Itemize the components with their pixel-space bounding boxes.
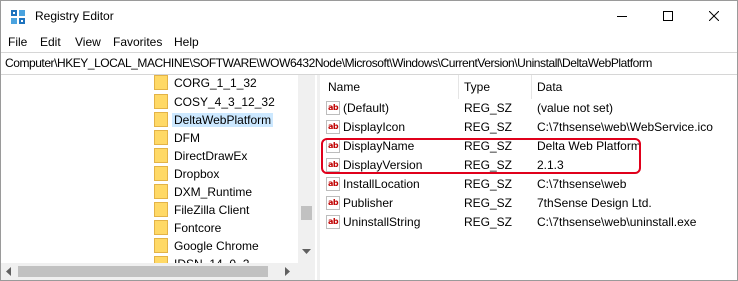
column-divider[interactable] [458, 75, 459, 99]
tree-item-label: Google Chrome [174, 239, 259, 253]
close-icon [709, 11, 719, 21]
column-divider[interactable] [531, 75, 532, 99]
folder-icon [154, 130, 168, 145]
value-row-installlocation[interactable]: ab InstallLocation REG_SZ C:\7thsense\we… [321, 175, 737, 194]
menu-file[interactable]: File [8, 35, 27, 50]
folder-icon [154, 220, 168, 235]
string-value-icon: ab [326, 215, 340, 229]
menu-edit[interactable]: Edit [40, 35, 61, 50]
value-name: Publisher [343, 196, 394, 210]
title-bar[interactable]: Registry Editor [1, 1, 737, 32]
value-row-uninstallstring[interactable]: ab UninstallString REG_SZ C:\7thsense\we… [321, 213, 737, 232]
tree-item-deltawebplatform[interactable]: DeltaWebPlatform [151, 111, 301, 129]
scrollbar-corner [298, 263, 315, 280]
tree-item-label: FileZilla Client [174, 203, 250, 217]
value-type: REG_SZ [464, 101, 513, 115]
menu-view[interactable]: View [75, 35, 101, 50]
tree-item-label: COSY_4_3_12_32 [174, 95, 275, 109]
folder-icon [154, 238, 168, 253]
address-bar[interactable]: Computer\HKEY_LOCAL_MACHINE\SOFTWARE\WOW… [1, 52, 737, 75]
tree-item-label: Dropbox [174, 167, 220, 181]
folder-icon [154, 202, 168, 217]
string-value-icon: ab [326, 158, 340, 172]
string-value-icon: ab [326, 177, 340, 191]
column-header-name[interactable]: Name [328, 75, 360, 99]
value-name: UninstallString [343, 215, 421, 229]
tree-item-dxm-runtime[interactable]: DXM_Runtime [151, 183, 301, 201]
vertical-scroll-thumb[interactable] [301, 206, 312, 220]
folder-open-icon [154, 112, 168, 127]
value-row-displayname[interactable]: ab DisplayName REG_SZ Delta Web Platform [321, 137, 737, 156]
column-header-type[interactable]: Type [464, 75, 490, 99]
string-value-icon: ab [326, 120, 340, 134]
tree-item-label: CORG_1_1_32 [174, 76, 257, 90]
tree-item-dfm[interactable]: DFM [151, 129, 301, 147]
menu-help[interactable]: Help [174, 35, 199, 50]
tree-item-label: DeltaWebPlatform [172, 113, 274, 127]
folder-icon [154, 184, 168, 199]
menu-bar: File Edit View Favorites Help [1, 33, 737, 52]
value-data: C:\7thsense\web\WebService.ico [537, 120, 713, 134]
value-row-default[interactable]: ab (Default) REG_SZ (value not set) [321, 99, 737, 118]
string-value-icon: ab [326, 101, 340, 115]
maximize-icon [663, 11, 673, 21]
value-data: C:\7thsense\web [537, 177, 627, 191]
value-type: REG_SZ [464, 120, 513, 134]
value-data: 2.1.3 [537, 158, 564, 172]
tree-item-label: DFM [174, 131, 200, 145]
value-type: REG_SZ [464, 158, 513, 172]
folder-icon [154, 166, 168, 181]
tree-item-dropbox[interactable]: Dropbox [151, 165, 301, 183]
value-data: C:\7thsense\web\uninstall.exe [537, 215, 697, 229]
string-value-icon: ab [326, 139, 340, 153]
horizontal-scroll-thumb[interactable] [18, 266, 268, 277]
registry-editor-window: Registry Editor File Edit View Favorites… [0, 0, 738, 281]
key-tree-pane: CORG_1_1_32 COSY_4_3_12_32 DeltaWebPlatf… [1, 75, 318, 280]
scroll-right-arrow-icon[interactable] [285, 267, 291, 276]
pane-splitter[interactable] [317, 75, 320, 280]
tree-item-fontcore[interactable]: Fontcore [151, 219, 301, 237]
registry-editor-icon [11, 10, 25, 24]
address-path[interactable]: Computer\HKEY_LOCAL_MACHINE\SOFTWARE\WOW… [5, 56, 652, 71]
value-type: REG_SZ [464, 177, 513, 191]
tree-item-filezilla-client[interactable]: FileZilla Client [151, 201, 301, 219]
value-row-displayicon[interactable]: ab DisplayIcon REG_SZ C:\7thsense\web\We… [321, 118, 737, 137]
maximize-button[interactable] [645, 1, 691, 32]
minimize-button[interactable] [599, 1, 645, 32]
tree-item-label: DXM_Runtime [174, 185, 253, 199]
value-type: REG_SZ [464, 215, 513, 229]
tree-item-cosy-4-3-12-32[interactable]: COSY_4_3_12_32 [151, 93, 301, 111]
scroll-left-arrow-icon[interactable] [6, 267, 12, 276]
tree-item-corg-1-1-32[interactable]: CORG_1_1_32 [151, 75, 301, 92]
tree-item-google-chrome[interactable]: Google Chrome [151, 237, 301, 255]
column-header-data[interactable]: Data [537, 75, 562, 99]
scroll-down-arrow-icon[interactable] [302, 249, 311, 255]
value-name: DisplayIcon [343, 120, 406, 134]
tree-horizontal-scrollbar[interactable] [1, 263, 315, 280]
value-row-publisher[interactable]: ab Publisher REG_SZ 7thSense Design Ltd. [321, 194, 737, 213]
close-button[interactable] [691, 1, 737, 32]
value-data: 7thSense Design Ltd. [537, 196, 652, 210]
minimize-icon [617, 16, 627, 17]
folder-icon [154, 94, 168, 109]
string-value-icon: ab [326, 196, 340, 210]
tree-vertical-scrollbar[interactable] [298, 75, 315, 263]
value-row-displayversion[interactable]: ab DisplayVersion REG_SZ 2.1.3 [321, 156, 737, 175]
tree-item-directdrawex[interactable]: DirectDrawEx [151, 147, 301, 165]
value-data: (value not set) [537, 101, 614, 115]
tree-item-label: DirectDrawEx [174, 149, 248, 163]
value-name: DisplayName [343, 139, 415, 153]
value-type: REG_SZ [464, 196, 513, 210]
value-data: Delta Web Platform [537, 139, 641, 153]
value-type: REG_SZ [464, 139, 513, 153]
value-name: InstallLocation [343, 177, 420, 191]
values-list-pane: Name Type Data ab (Default) REG_SZ (valu… [321, 75, 737, 280]
menu-favorites[interactable]: Favorites [113, 35, 162, 50]
value-name: DisplayVersion [343, 158, 423, 172]
value-name: (Default) [343, 101, 390, 115]
folder-icon [154, 148, 168, 163]
folder-icon [154, 75, 168, 90]
window-title: Registry Editor [35, 9, 114, 23]
tree-item-label: Fontcore [174, 221, 222, 235]
